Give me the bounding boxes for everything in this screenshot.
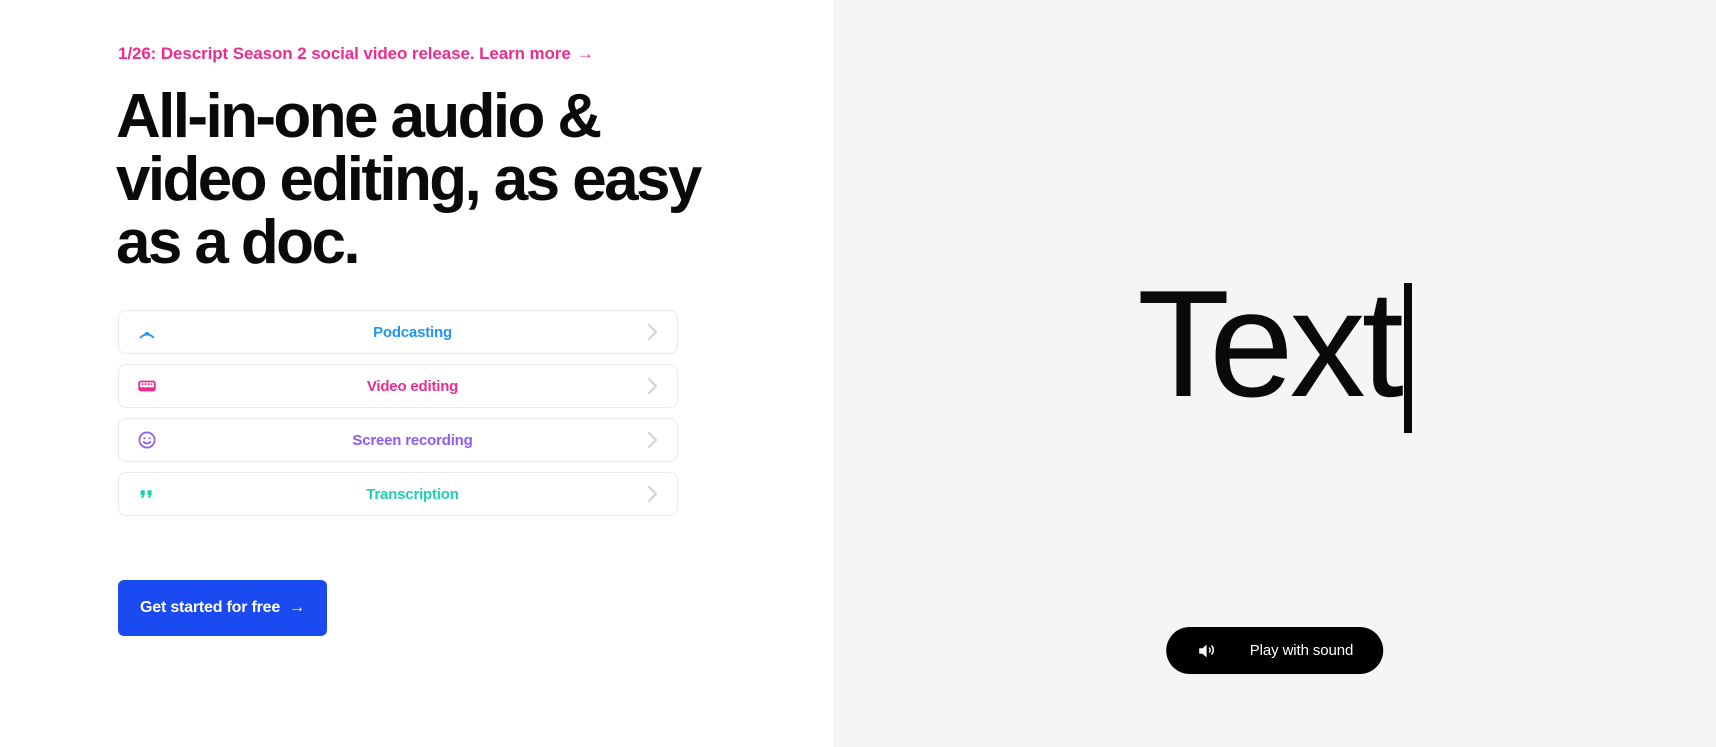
preview-word: Text <box>1137 259 1404 429</box>
feature-list: Podcasting Video editing Screen recordin… <box>118 310 678 516</box>
feature-row-video-editing[interactable]: Video editing <box>118 364 678 408</box>
feature-row-transcription[interactable]: Transcription <box>118 472 678 516</box>
feature-row-screen-recording[interactable]: Screen recording <box>118 418 678 462</box>
play-with-sound-label: Play with sound <box>1249 642 1354 659</box>
left-panel: 1/26: Descript Season 2 social video rel… <box>0 0 833 747</box>
chevron-right-icon <box>647 322 659 342</box>
get-started-button[interactable]: Get started for free → <box>118 580 327 636</box>
page-title: All-in-one audio & video editing, as eas… <box>116 82 702 277</box>
preview-text: Text <box>833 259 1716 433</box>
feature-label: Transcription <box>366 485 459 503</box>
announcement-text: 1/26: Descript Season 2 social video rel… <box>118 44 571 63</box>
chevron-right-icon <box>647 376 659 396</box>
feature-row-podcasting[interactable]: Podcasting <box>118 310 678 354</box>
video-preview-panel: Text Play with sound <box>833 0 1716 747</box>
text-caret-icon <box>1403 283 1412 433</box>
feature-label: Podcasting <box>373 323 452 341</box>
announcement-banner-link[interactable]: 1/26: Descript Season 2 social video rel… <box>118 44 594 64</box>
play-with-sound-button[interactable]: Play with sound <box>1165 627 1384 674</box>
announcement-arrow-icon: → <box>576 44 594 63</box>
chevron-right-icon <box>647 484 659 504</box>
feature-label: Screen recording <box>352 431 473 449</box>
feature-label: Video editing <box>366 377 459 395</box>
chevron-right-icon <box>647 430 659 450</box>
speaker-wave-icon <box>1196 641 1218 661</box>
cta-label: Get started for free <box>140 599 281 616</box>
cta-arrow-icon: → <box>289 599 305 616</box>
hero-page: 1/26: Descript Season 2 social video rel… <box>0 0 1716 747</box>
